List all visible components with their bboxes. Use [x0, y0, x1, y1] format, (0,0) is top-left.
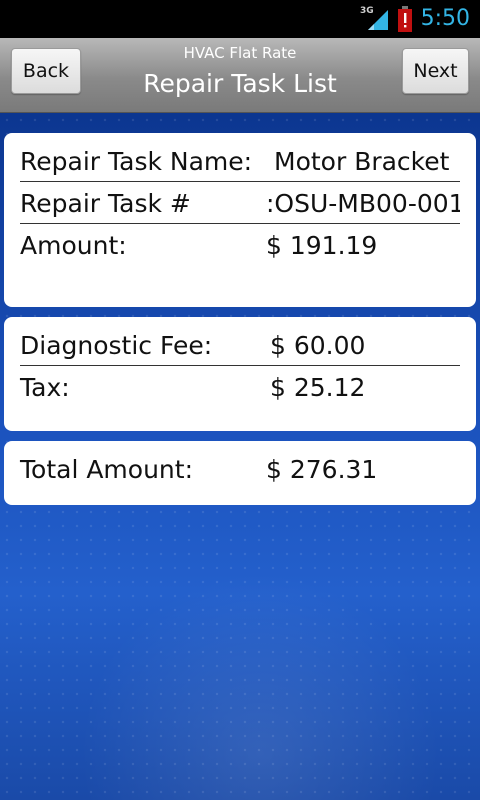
amount-label: Amount:	[20, 231, 127, 260]
tax-value: $ 25.12	[270, 373, 366, 402]
diagnostic-fee-row: Diagnostic Fee: $ 60.00	[20, 326, 460, 366]
title-bar: HVAC Flat Rate Repair Task List Back Nex…	[0, 38, 480, 113]
task-details-card: Repair Task Name: Motor Bracket Repair T…	[4, 133, 476, 307]
tax-label: Tax:	[20, 373, 70, 402]
total-label: Total Amount:	[20, 455, 193, 484]
task-number-label: Repair Task #	[20, 189, 191, 218]
divider	[20, 365, 460, 366]
task-name-label: Repair Task Name:	[20, 147, 253, 176]
diagnostic-fee-label: Diagnostic Fee:	[20, 331, 213, 360]
task-name-row: Repair Task Name: Motor Bracket	[20, 142, 460, 182]
back-button[interactable]: Back	[11, 48, 81, 94]
amount-value: $ 191.19	[266, 231, 378, 260]
amount-row: Amount: $ 191.19	[20, 226, 460, 266]
task-number-value: :OSU-MB00-001	[266, 189, 460, 218]
diagnostic-fee-value: $ 60.00	[270, 331, 366, 360]
fees-card: Diagnostic Fee: $ 60.00 Tax: $ 25.12	[4, 317, 476, 431]
task-name-value: Motor Bracket	[274, 147, 450, 176]
status-bar: 3G 5:50	[0, 0, 480, 38]
task-number-row: Repair Task # :OSU-MB00-001	[20, 184, 460, 224]
signal-icon	[368, 10, 388, 30]
divider	[20, 181, 460, 182]
tax-row: Tax: $ 25.12	[20, 368, 460, 408]
status-clock: 5:50	[420, 6, 470, 31]
divider	[20, 223, 460, 224]
next-button[interactable]: Next	[402, 48, 469, 94]
battery-alert-icon	[398, 6, 412, 32]
total-row: Total Amount: $ 276.31	[20, 450, 460, 490]
total-card: Total Amount: $ 276.31	[4, 441, 476, 505]
total-value: $ 276.31	[266, 455, 378, 484]
